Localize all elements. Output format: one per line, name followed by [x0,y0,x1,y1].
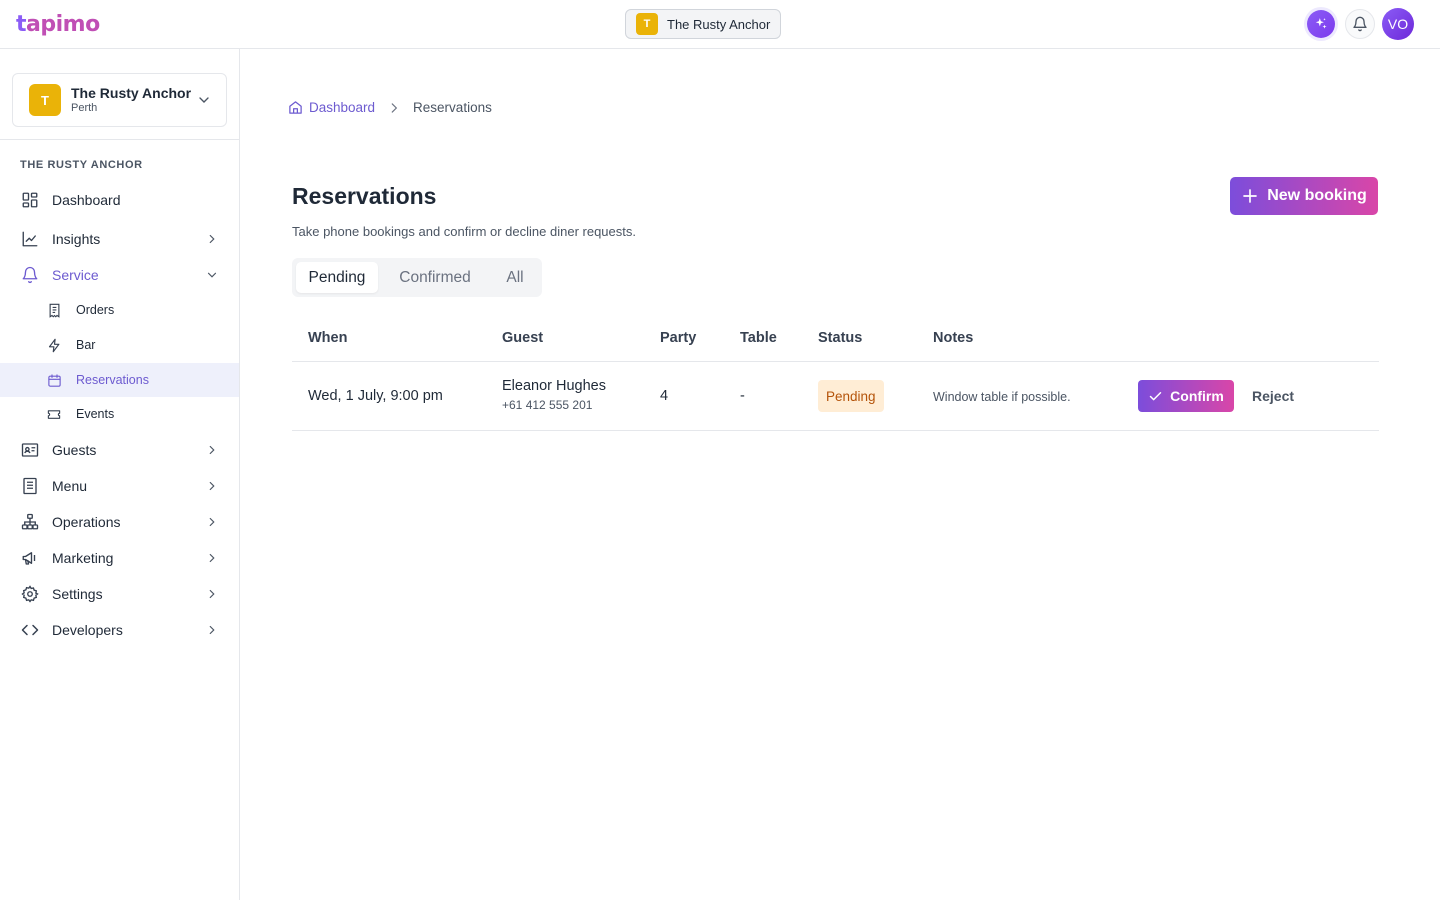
venue-name: The Rusty Anchor [667,16,771,32]
venue-city: Perth [71,102,98,114]
sidebar-item-insights[interactable]: Insights [0,222,239,256]
sidebar-item-label: Marketing [52,550,114,566]
column-header-when: When [308,330,348,346]
venue-selector[interactable]: T The Rusty Anchor Perth [12,73,227,127]
breadcrumb-home-link[interactable]: Dashboard [288,100,375,115]
plus-icon [1243,189,1258,203]
breadcrumb: Dashboard Reservations [288,100,492,115]
table-row: Wed, 1 July, 9:00 pm Eleanor Hughes +61 … [292,362,1379,431]
chevron-right-icon [209,481,215,491]
sidebar-item-menu[interactable]: Menu [0,469,239,503]
column-header-notes: Notes [933,330,974,346]
chevron-down-icon [199,97,209,103]
sidebar-item-operations[interactable]: Operations [0,505,239,539]
new-booking-button[interactable]: New booking [1230,177,1378,215]
sidebar-section-label: THE RUSTY ANCHOR [20,159,143,171]
bell-icon [20,265,40,285]
reservation-when: Wed, 1 July, 9:00 pm [308,388,443,404]
column-header-table: Table [740,330,777,346]
reservation-guest: Eleanor Hughes +61 412 555 201 [502,378,606,412]
sidebar-item-label: Operations [52,514,121,530]
sidebar-subitem-orders[interactable]: Orders [0,293,239,327]
sidebar-item-label: Guests [52,442,97,458]
sidebar-subitem-reservations[interactable]: Reservations [0,363,239,397]
chevron-right-icon [209,445,215,455]
tapimo-logo[interactable]: t apimo [16,10,100,38]
sitemap-icon [20,512,40,532]
sidebar-item-label: Service [52,267,99,283]
sidebar-subitem-label: Events [76,407,115,421]
sidebar-subitem-label: Orders [76,303,115,317]
chart-icon [20,229,40,249]
chevron-right-icon [209,234,215,244]
guest-phone: +61 412 555 201 [502,398,593,412]
home-icon [289,101,302,114]
tab-all[interactable]: All [492,262,538,293]
reservation-table: - [740,388,745,404]
venue-initial-badge: T [636,13,658,35]
sidebar-item-label: Developers [52,622,123,638]
sidebar-subitem-events[interactable]: Events [0,397,239,431]
reservation-notes: Window table if possible. [933,390,1071,404]
reservation-party: 4 [660,388,669,404]
confirm-button[interactable]: Confirm [1138,380,1234,412]
tab-pending[interactable]: Pending [296,262,378,293]
chevron-right-icon [209,517,215,527]
sidebar-subitem-label: Bar [76,338,96,352]
venue-name: The Rusty Anchor [71,85,192,101]
chevron-right-icon [391,102,398,113]
reject-button[interactable]: Reject [1250,380,1296,412]
ticket-icon [46,406,62,422]
user-avatar[interactable]: VO [1382,8,1414,40]
gear-icon [20,584,40,604]
code-icon [20,620,40,640]
column-header-party: Party [660,330,697,346]
reservations-table: When Guest Party Table Status Notes Wed,… [292,318,1379,431]
status-tabs: Pending Confirmed All [292,258,542,297]
bell-icon [1353,16,1367,32]
calendar-icon [46,372,62,388]
column-header-guest: Guest [502,330,544,346]
page-title: Reservations [292,183,437,209]
tab-confirmed[interactable]: Confirmed [378,262,492,293]
sidebar-item-label: Dashboard [52,192,121,208]
sidebar-item-marketing[interactable]: Marketing [0,541,239,575]
status-badge: Pending [818,380,884,412]
sidebar-divider [0,139,239,140]
sidebar-subitem-bar[interactable]: Bar [0,328,239,362]
top-bar: t apimo T The Rusty Anchor VO [0,0,1440,49]
check-icon [1149,391,1162,400]
sidebar-item-label: Insights [52,231,101,247]
id-card-icon [20,440,40,460]
sidebar-item-developers[interactable]: Developers [0,613,239,647]
top-actions: VO [1307,8,1414,40]
sidebar-subitem-label: Reservations [76,373,149,387]
chevron-down-icon [207,272,217,278]
megaphone-icon [20,548,40,568]
sidebar-item-service[interactable]: Service [0,258,239,292]
menu-icon [20,476,40,496]
chevron-right-icon [209,589,215,599]
sidebar-item-settings[interactable]: Settings [0,577,239,611]
bolt-icon [46,337,62,353]
sidebar-item-guests[interactable]: Guests [0,433,239,467]
sidebar: T The Rusty Anchor Perth THE RUSTY ANCHO… [0,49,240,900]
sidebar-item-label: Menu [52,478,88,494]
sidebar-item-label: Settings [52,586,103,602]
ai-assistant-button[interactable] [1307,10,1335,38]
sparkle-icon [1315,18,1327,29]
venue-switcher-pill[interactable]: T The Rusty Anchor [625,9,781,39]
chevron-right-icon [209,625,215,635]
dashboard-icon [20,190,40,210]
receipt-icon [46,302,62,318]
breadcrumb-current: Reservations [413,100,492,115]
notifications-button[interactable] [1345,9,1375,39]
table-header: When Guest Party Table Status Notes [292,318,1379,362]
column-header-status: Status [818,330,863,346]
guest-name: Eleanor Hughes [502,378,606,394]
venue-initial-badge: T [29,84,61,116]
sidebar-item-dashboard[interactable]: Dashboard [0,183,239,217]
chevron-right-icon [209,553,215,563]
page-subtitle: Take phone bookings and confirm or decli… [292,224,636,239]
